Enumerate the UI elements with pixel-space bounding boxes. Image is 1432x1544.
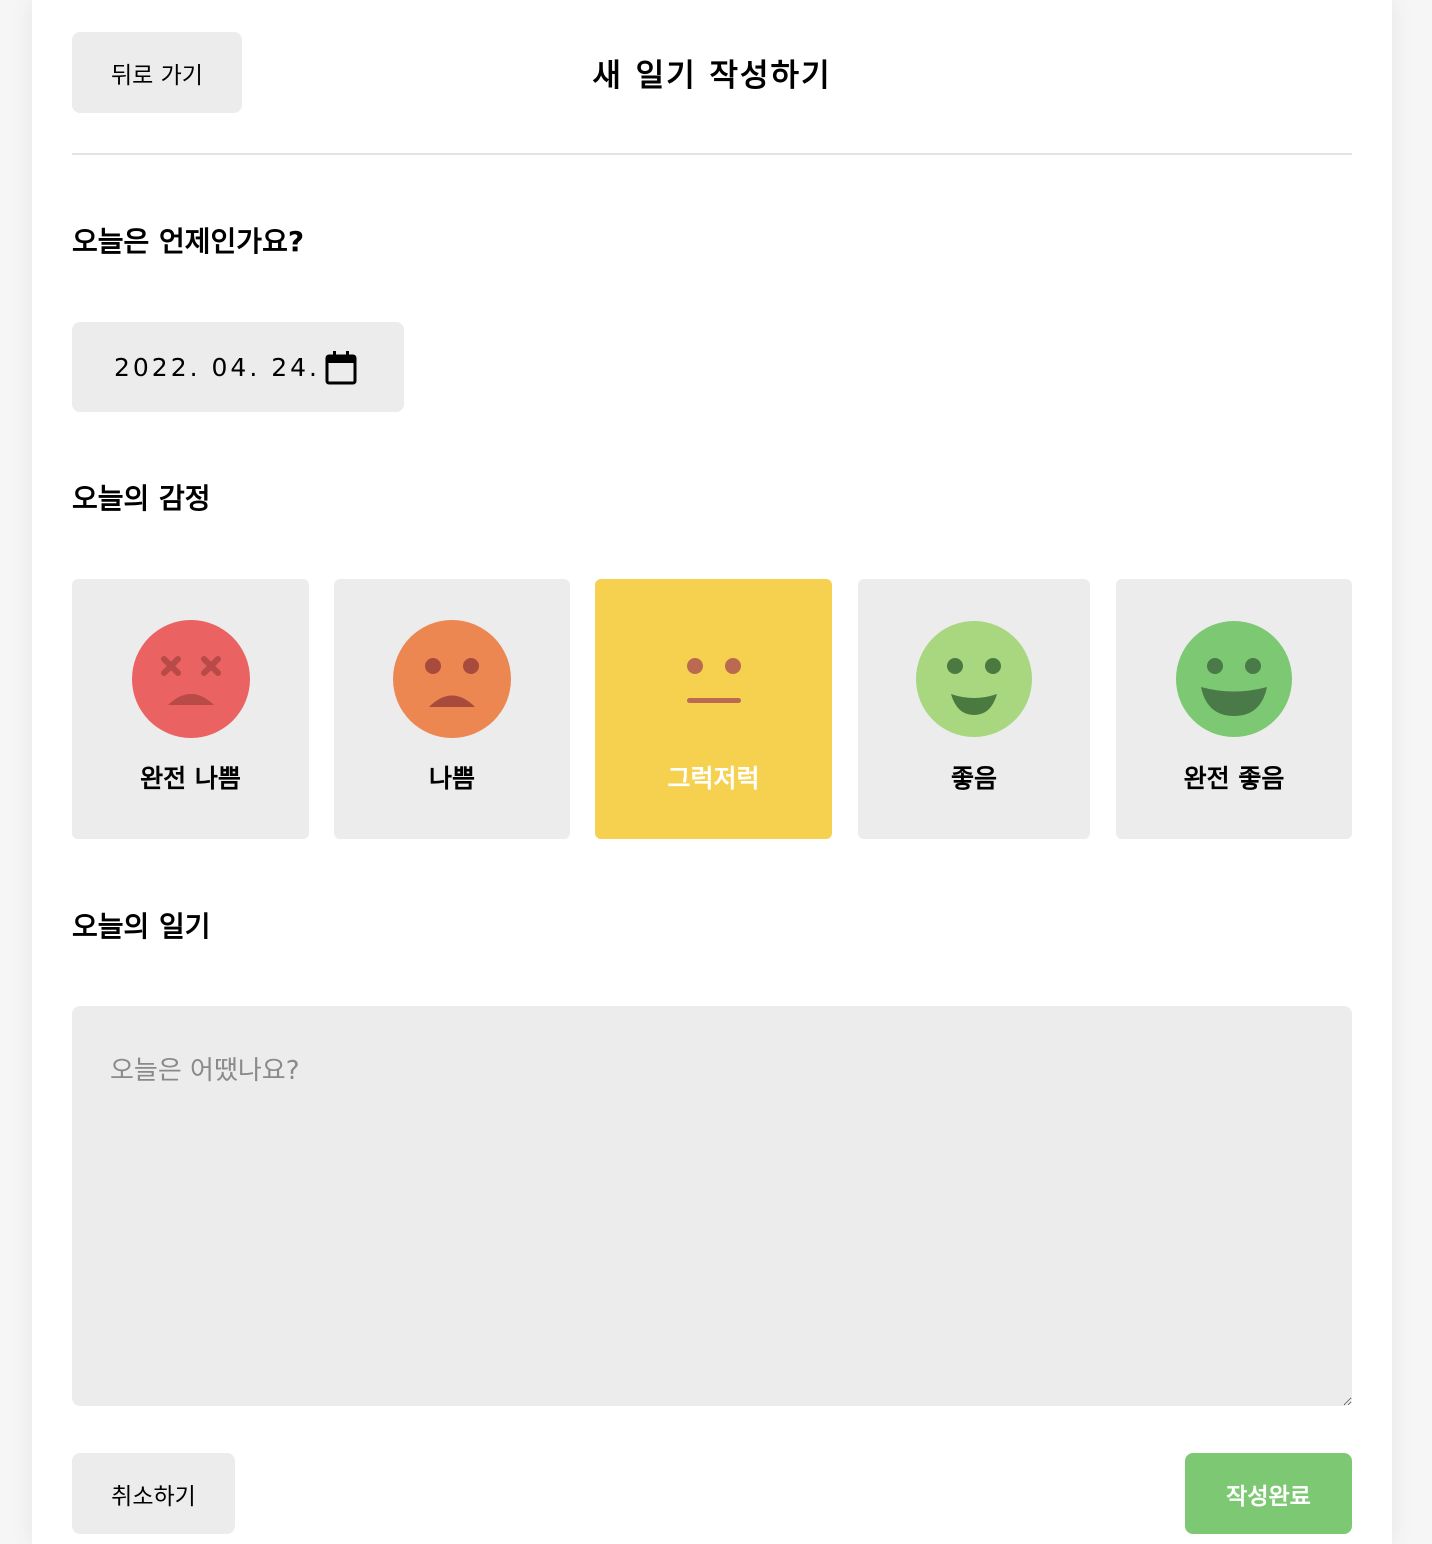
diary-section-title: 오늘의 일기 bbox=[72, 910, 211, 943]
emotion-item-good[interactable]: 좋음 bbox=[858, 579, 1090, 839]
emotion-item-neutral[interactable]: 그럭저럭 bbox=[595, 579, 832, 839]
emotion-label: 나쁨 bbox=[428, 764, 475, 793]
good-face-icon bbox=[916, 621, 1032, 737]
page-title: 새 일기 작성하기 bbox=[592, 58, 832, 94]
emotion-section-title: 오늘의 감정 bbox=[72, 482, 211, 515]
emotion-item-very-good[interactable]: 완전 좋음 bbox=[1116, 579, 1352, 839]
diary-editor-page: 뒤로 가기 새 일기 작성하기 오늘은 언제인가요? 2022. 04. 24.… bbox=[32, 0, 1392, 1544]
cancel-button[interactable]: 취소하기 bbox=[72, 1453, 235, 1534]
header: 뒤로 가기 새 일기 작성하기 bbox=[72, 32, 1352, 113]
emotion-label: 완전 좋음 bbox=[1183, 764, 1285, 793]
emotion-item-bad[interactable]: 나쁨 bbox=[334, 579, 570, 839]
header-divider bbox=[72, 153, 1352, 155]
calendar-icon[interactable] bbox=[324, 350, 358, 386]
date-input[interactable]: 2022. 04. 24. bbox=[72, 322, 404, 412]
emotion-item-very-bad[interactable]: 완전 나쁨 bbox=[72, 579, 309, 839]
date-section-title: 오늘은 언제인가요? bbox=[72, 225, 305, 258]
very-good-face-icon bbox=[1176, 621, 1292, 737]
bad-face-icon bbox=[393, 620, 511, 738]
back-button[interactable]: 뒤로 가기 bbox=[72, 32, 242, 113]
emotion-label: 좋음 bbox=[950, 764, 997, 793]
emotion-label: 완전 나쁨 bbox=[140, 764, 241, 793]
date-value: 2022. 04. 24. bbox=[114, 352, 320, 382]
diary-textarea[interactable] bbox=[72, 1006, 1352, 1406]
neutral-face-icon bbox=[654, 620, 773, 738]
very-bad-face-icon bbox=[131, 620, 250, 738]
emotion-label: 그럭저럭 bbox=[667, 764, 760, 793]
submit-button[interactable]: 작성완료 bbox=[1185, 1453, 1352, 1534]
